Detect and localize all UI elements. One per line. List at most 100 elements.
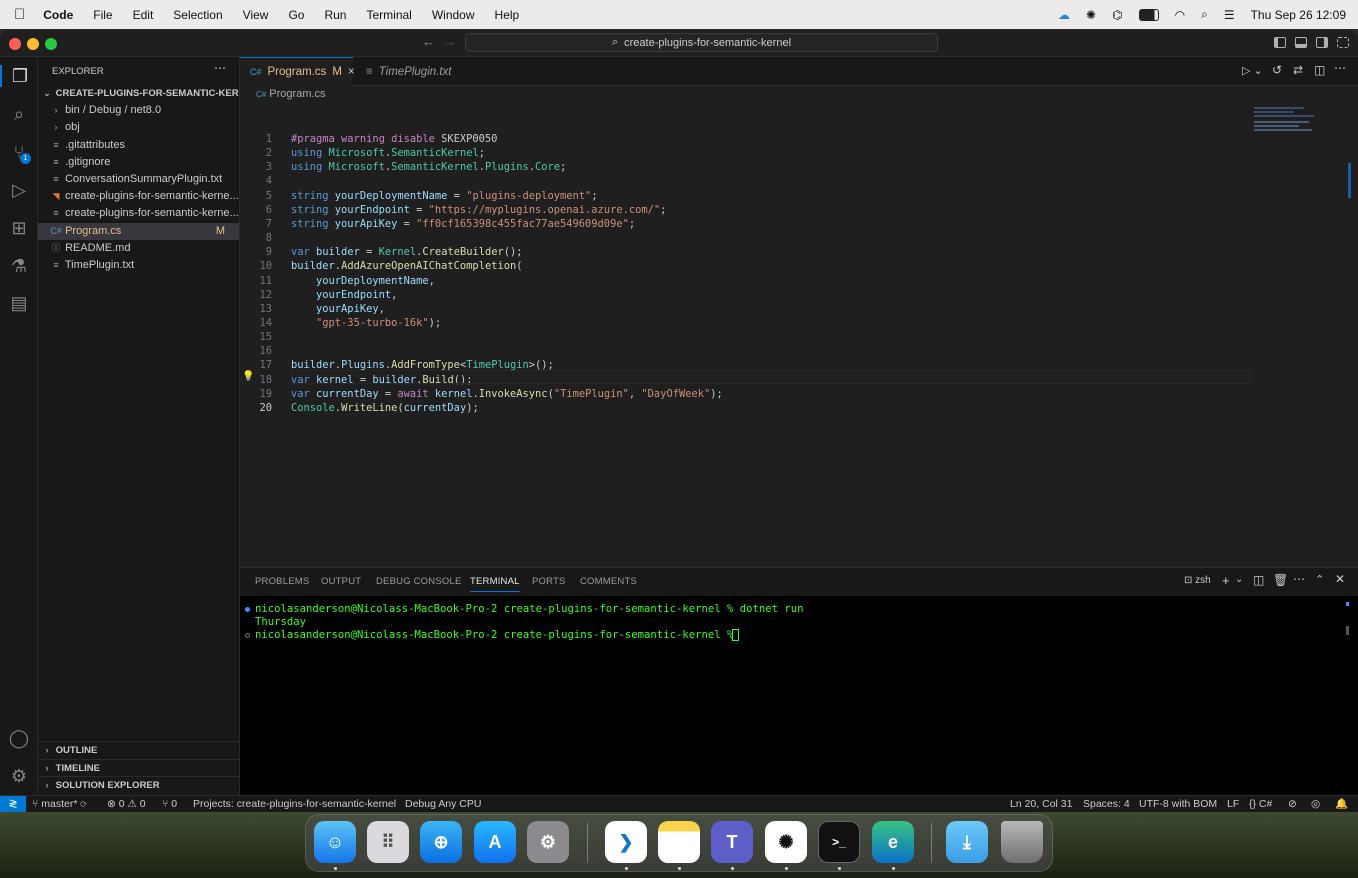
language-mode[interactable]: {} C# [1249,796,1272,812]
teams-icon[interactable]: T [711,821,753,863]
projects-indicator[interactable]: Projects: create-plugins-for-semantic-ke… [193,796,396,812]
run-debug-icon[interactable]: ▷ [8,179,30,201]
tree-item-file[interactable]: ≡ create-plugins-for-semantic-kerne... [38,205,239,222]
remote-indicator-icon[interactable]: ≷ [0,796,26,812]
zoom-window-button[interactable] [45,38,57,50]
edge-icon[interactable]: e [872,821,914,863]
close-tab-icon[interactable]: × [348,66,355,78]
tab-ports[interactable]: PORTS [532,568,566,596]
run-icon[interactable]: ▷ ⌄ [1242,64,1263,77]
menu-window[interactable]: Window [432,8,475,22]
menu-terminal[interactable]: Terminal [366,8,411,22]
menubar-datetime[interactable]: Thu Sep 26 12:09 [1251,8,1346,22]
encoding[interactable]: UTF-8 with BOM [1139,796,1217,812]
menu-file[interactable]: File [93,8,112,22]
feedback-icon[interactable]: ◎ [1311,796,1320,812]
tree-item-gitignore[interactable]: ≡ .gitignore [38,154,239,171]
search-view-icon[interactable]: ⌕ [8,103,30,125]
finder-icon[interactable]: ☺ [314,821,356,863]
tree-item-conversation-summary[interactable]: ≡ ConversationSummaryPlugin.txt [38,171,239,188]
menu-run[interactable]: Run [324,8,346,22]
indentation[interactable]: Spaces: 4 [1083,796,1130,812]
back-arrow-icon[interactable]: ← [422,34,435,49]
toggle-primary-sidebar-icon[interactable] [1274,37,1286,48]
close-panel-icon[interactable]: ✕ [1335,572,1345,586]
more-actions-icon[interactable]: ⋯ [214,61,226,75]
tree-item-gitattributes[interactable]: ≡ .gitattributes [38,137,239,154]
notes-icon[interactable] [658,821,700,863]
control-center-icon[interactable]: ☰ [1224,8,1235,22]
code-editor[interactable]: 1 #pragma warning disable SKEXP0050 2 using… [240,103,1358,567]
forward-arrow-icon[interactable]: → [443,34,456,49]
timeline-section[interactable]: › TIMELINE [38,759,239,776]
more-actions-icon[interactable]: ⋯ [1334,61,1346,75]
explorer-root-folder[interactable]: ⌄ CREATE-PLUGINS-FOR-SEMANTIC-KER... [38,85,239,102]
tab-problems[interactable]: PROBLEMS [255,568,309,596]
maximize-panel-icon[interactable]: ⌃ [1315,573,1324,586]
menu-view[interactable]: View [243,8,269,22]
battery-icon[interactable] [1138,8,1159,21]
openai-icon[interactable]: ✺ [1086,8,1096,22]
chevron-down-icon[interactable]: ⌄ [1235,574,1243,585]
minimap[interactable] [1250,103,1346,143]
breadcrumb[interactable]: C# Program.cs [240,86,1358,103]
chat-icon[interactable]: ▤ [8,292,30,314]
debug-config[interactable]: Debug Any CPU [405,796,481,812]
explorer-icon[interactable]: ❐ [0,65,38,87]
extensions-icon[interactable]: ⊞ [8,217,30,239]
spotlight-search-icon[interactable]: ⌕ [1201,7,1208,22]
tree-item-program-cs[interactable]: C# Program.cs M [38,223,239,240]
tree-item-timeplugin[interactable]: ≡ TimePlugin.txt [38,257,239,274]
terminal-scrollbar[interactable] [1346,626,1349,635]
trash-icon[interactable]: 🗑 [1273,573,1288,587]
tab-comments[interactable]: COMMENTS [580,568,637,596]
terminal-app-icon[interactable]: >_ [818,821,860,863]
manage-gear-icon[interactable]: ⚙ [8,765,30,787]
tab-program-cs[interactable]: C# Program.cs M × [240,57,355,86]
testing-icon[interactable]: ⚗ [8,255,30,277]
ports-indicator[interactable]: ⑂ 0 [162,796,177,812]
terminal-shell-dropdown[interactable]: ⊡ zsh [1184,575,1211,586]
tree-item-obj[interactable]: › obj [38,119,239,136]
downloads-folder-icon[interactable]: ⤓ [946,821,988,863]
split-editor-icon[interactable]: ◫ [1314,63,1325,77]
vscode-icon[interactable]: ❯ [605,821,647,863]
chatgpt-icon[interactable]: ✺ [765,821,807,863]
safari-icon[interactable]: ⊕ [420,821,462,863]
menu-go[interactable]: Go [288,8,304,22]
tab-terminal[interactable]: TERMINAL [470,568,520,592]
branch-indicator[interactable]: ⑂ master* ⟳ [32,796,87,812]
split-terminal-icon[interactable]: ◫ [1253,573,1264,587]
close-window-button[interactable] [9,38,21,50]
more-actions-icon[interactable]: ⋯ [1293,572,1305,586]
timeline-history-icon[interactable]: ↺ [1272,63,1282,77]
tab-debug-console[interactable]: DEBUG CONSOLE [376,568,461,596]
accounts-icon[interactable]: ◯ [8,727,30,749]
cursor-position[interactable]: Ln 20, Col 31 [1010,796,1072,812]
tree-item-bin[interactable]: › bin / Debug / net8.0 [38,102,239,119]
copilot-icon[interactable]: ⊘ [1288,796,1297,812]
toggle-secondary-sidebar-icon[interactable] [1316,37,1328,48]
cloud-icon[interactable]: ☁ [1058,8,1070,22]
problems-indicator[interactable]: ⊗ 0 ⚠ 0 [107,796,146,812]
tree-item-rss-file[interactable]: ◥ create-plugins-for-semantic-kerne... [38,188,239,205]
menu-selection[interactable]: Selection [173,8,222,22]
new-terminal-icon[interactable]: + [1222,573,1230,588]
customize-layout-icon[interactable] [1337,37,1349,48]
terminal[interactable]: nicolasanderson@Nicolass-MacBook-Pro-2 c… [240,596,1358,796]
menu-app-name[interactable]: Code [43,8,73,22]
tab-output[interactable]: OUTPUT [321,568,361,596]
app-store-icon[interactable]: A [474,821,516,863]
trash-icon[interactable] [1001,821,1043,863]
notifications-bell-icon[interactable]: 🔔 [1335,796,1348,812]
apple-icon[interactable]:  [14,6,25,23]
minimize-window-button[interactable] [27,38,39,50]
compare-changes-icon[interactable]: ⇄ [1293,63,1303,77]
wifi-icon[interactable]: ◠ [1175,8,1185,22]
outline-section[interactable]: › OUTLINE [38,741,239,758]
solution-explorer-section[interactable]: › SOLUTION EXPLORER [38,776,239,793]
menu-help[interactable]: Help [495,8,520,22]
system-settings-icon[interactable]: ⚙ [527,821,569,863]
lightbulb-icon[interactable]: 💡 [242,371,254,382]
launchpad-icon[interactable]: ⠿ [367,821,409,863]
